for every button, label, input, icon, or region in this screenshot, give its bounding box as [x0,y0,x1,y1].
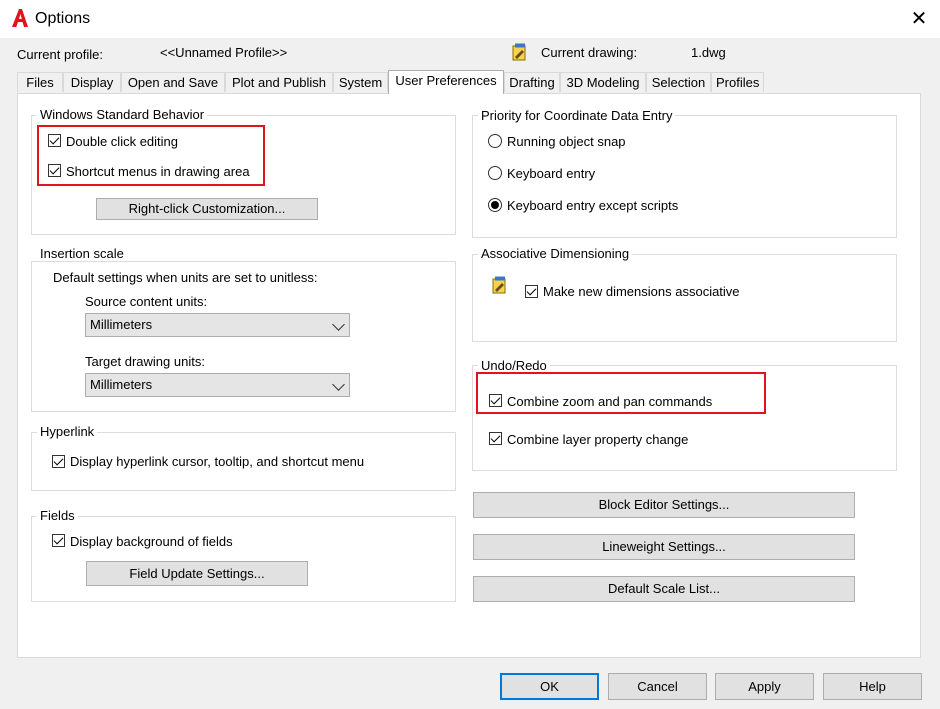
right-click-customization-button[interactable]: Right-click Customization... [96,198,318,220]
group-title: Associative Dimensioning [478,246,633,261]
running-snap-radio[interactable] [488,134,502,148]
group-title: Insertion scale [37,246,127,261]
group-title: Windows Standard Behavior [37,107,208,122]
group-title: Undo/Redo [478,358,550,373]
display-background-checkbox[interactable] [52,534,65,547]
chevron-down-icon [332,318,345,331]
make-new-dimensions-checkbox[interactable] [525,285,538,298]
tab-drafting[interactable]: Drafting [504,72,560,92]
group-title: Fields [37,508,78,523]
display-background-label: Display background of fields [70,534,233,549]
tab-open-and-save[interactable]: Open and Save [121,72,225,92]
current-drawing-value: 1.dwg [691,45,726,60]
block-editor-settings-button[interactable]: Block Editor Settings... [473,492,855,518]
field-update-settings-button[interactable]: Field Update Settings... [86,561,308,586]
tab-files[interactable]: Files [17,72,63,92]
drawing-file-icon [512,43,526,61]
combine-layer-label: Combine layer property change [507,432,689,447]
close-icon[interactable]: ✕ [906,6,932,32]
group-title: Priority for Coordinate Data Entry [478,108,676,123]
highlight-box [476,372,766,414]
lineweight-settings-button[interactable]: Lineweight Settings... [473,534,855,560]
chevron-down-icon [332,378,345,391]
running-snap-label: Running object snap [507,134,626,149]
autocad-app-icon [12,9,28,27]
tab-plot-and-publish[interactable]: Plot and Publish [225,72,333,92]
make-new-dimensions-label: Make new dimensions associative [543,284,740,299]
source-units-select[interactable]: Millimeters [85,313,350,337]
source-units-label: Source content units: [85,294,208,309]
window-title: Options [35,10,91,27]
tab-selection[interactable]: Selection [646,72,711,92]
help-button[interactable]: Help [823,673,922,700]
target-units-value: Millimeters [90,377,153,392]
insertion-description: Default settings when units are set to u… [53,270,318,285]
tab-system[interactable]: System [333,72,388,92]
title-bar [0,0,940,38]
current-drawing-label: Current drawing: [541,45,638,60]
keyboard-except-label: Keyboard entry except scripts [507,198,679,213]
fields-group [31,516,456,602]
tab-profiles[interactable]: Profiles [711,72,764,92]
keyboard-except-radio[interactable] [488,198,502,212]
tab-user-preferences[interactable]: User Preferences [388,70,504,94]
display-hyperlink-checkbox[interactable] [52,455,65,468]
target-units-select[interactable]: Millimeters [85,373,350,397]
associative-dim-icon [492,276,506,294]
tab-display[interactable]: Display [63,72,121,92]
combine-layer-checkbox[interactable] [489,432,502,445]
group-title: Hyperlink [37,424,98,439]
target-units-label: Target drawing units: [85,354,205,369]
highlight-box [37,125,265,186]
current-profile-value: <<Unnamed Profile>> [160,45,288,60]
keyboard-entry-label: Keyboard entry [507,166,596,181]
apply-button[interactable]: Apply [715,673,814,700]
keyboard-entry-radio[interactable] [488,166,502,180]
default-scale-list-button[interactable]: Default Scale List... [473,576,855,602]
cancel-button[interactable]: Cancel [608,673,707,700]
display-hyperlink-label: Display hyperlink cursor, tooltip, and s… [70,454,365,469]
tab-3d-modeling[interactable]: 3D Modeling [560,72,646,92]
current-profile-label: Current profile: [17,47,103,62]
ok-button[interactable]: OK [500,673,599,700]
source-units-value: Millimeters [90,317,153,332]
